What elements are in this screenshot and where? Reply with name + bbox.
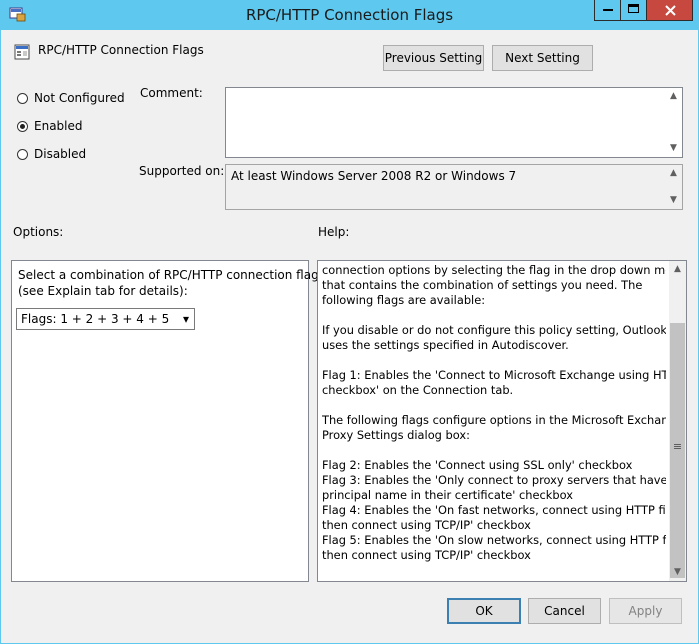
- scroll-down-icon[interactable]: ▼: [669, 564, 686, 581]
- apply-button[interactable]: Apply: [609, 598, 682, 624]
- help-line: [322, 353, 666, 368]
- window-frame-left: [0, 30, 1, 644]
- radio-circle[interactable]: [17, 149, 28, 160]
- thumb-grip-icon: ≡: [672, 440, 683, 453]
- next-setting-button[interactable]: Next Setting: [492, 45, 593, 71]
- help-line: [322, 443, 666, 458]
- scroll-down-icon[interactable]: ▼: [665, 140, 682, 157]
- comment-scrollbar[interactable]: ▲ ▼: [665, 88, 682, 157]
- scroll-up-icon[interactable]: ▲: [665, 165, 682, 182]
- scroll-up-icon[interactable]: ▲: [665, 88, 682, 105]
- options-description-line1: Select a combination of RPC/HTTP connect…: [18, 268, 325, 282]
- cancel-button[interactable]: Cancel: [528, 598, 601, 624]
- help-line: Proxy Settings dialog box:: [322, 428, 470, 442]
- help-line: Flag 3: Enables the 'Only connect to pro…: [322, 473, 666, 487]
- comment-textarea[interactable]: ▲ ▼: [225, 87, 683, 158]
- radio-disabled[interactable]: Disabled: [17, 147, 127, 163]
- supported-on-field[interactable]: At least Windows Server 2008 R2 or Windo…: [225, 164, 683, 210]
- radio-enabled[interactable]: Enabled: [17, 119, 127, 135]
- help-line: Flag 2: Enables the 'Connect using SSL o…: [322, 458, 633, 472]
- ok-button[interactable]: OK: [447, 598, 521, 624]
- supported-on-value: At least Windows Server 2008 R2 or Windo…: [231, 169, 517, 183]
- scroll-up-icon[interactable]: ▲: [669, 261, 686, 278]
- flags-dropdown[interactable]: Flags: 1 + 2 + 3 + 4 + 5 ▾: [16, 308, 195, 330]
- comment-label: Comment:: [140, 86, 203, 100]
- help-line: [322, 398, 666, 413]
- previous-setting-button[interactable]: Previous Setting: [383, 45, 484, 71]
- help-line: [322, 308, 666, 323]
- help-line: The following flags configure options in…: [322, 413, 666, 427]
- setting-name: RPC/HTTP Connection Flags: [38, 43, 204, 57]
- maximize-icon: [628, 4, 639, 13]
- radio-label: Disabled: [34, 147, 87, 161]
- help-line: then connect using TCP/IP' checkbox: [322, 518, 531, 532]
- chevron-down-icon: ▾: [182, 312, 189, 326]
- maximize-button[interactable]: [620, 0, 647, 21]
- help-text: connection options by selecting the flag…: [322, 263, 666, 579]
- supported-scrollbar[interactable]: ▲ ▼: [665, 165, 682, 209]
- help-line: If you disable or do not configure this …: [322, 323, 666, 337]
- help-line: uses the settings specified in Autodisco…: [322, 338, 569, 352]
- radio-label: Not Configured: [34, 91, 125, 105]
- radio-label: Enabled: [34, 119, 83, 133]
- help-line: principal name in their certificate' che…: [322, 488, 573, 502]
- policy-setting-icon: [14, 44, 30, 60]
- help-line: Flag 1: Enables the 'Connect to Microsof…: [322, 368, 666, 382]
- minimize-icon: [603, 9, 613, 11]
- options-description-line2: (see Explain tab for details):: [18, 284, 188, 298]
- minimize-button[interactable]: [594, 0, 621, 21]
- help-line: Flag 5: Enables the 'On slow networks, c…: [322, 533, 666, 547]
- supported-on-label: Supported on:: [139, 164, 225, 178]
- scroll-down-icon[interactable]: ▼: [665, 192, 682, 209]
- radio-circle[interactable]: [17, 121, 28, 132]
- help-line: then connect using TCP/IP' checkbox: [322, 548, 531, 562]
- close-button[interactable]: [646, 0, 693, 21]
- options-label: Options:: [13, 225, 64, 239]
- scroll-thumb[interactable]: ≡: [670, 323, 685, 578]
- help-line: checkbox' on the Connection tab.: [322, 383, 514, 397]
- radio-circle[interactable]: [17, 93, 28, 104]
- help-scrollbar[interactable]: ▲ ≡ ▼: [669, 261, 686, 581]
- help-line: following flags are available:: [322, 293, 486, 307]
- help-line: that contains the combination of setting…: [322, 278, 643, 292]
- options-panel: Select a combination of RPC/HTTP connect…: [11, 260, 325, 582]
- flags-dropdown-value: Flags: 1 + 2 + 3 + 4 + 5: [21, 312, 170, 326]
- help-panel: connection options by selecting the flag…: [317, 260, 687, 582]
- radio-not-configured[interactable]: Not Configured: [17, 91, 127, 107]
- help-line: connection options by selecting the flag…: [322, 263, 666, 277]
- radio-selected-dot: [20, 124, 25, 129]
- help-line: Flag 4: Enables the 'On fast networks, c…: [322, 503, 666, 517]
- close-icon: [665, 5, 676, 16]
- help-label: Help:: [318, 225, 350, 239]
